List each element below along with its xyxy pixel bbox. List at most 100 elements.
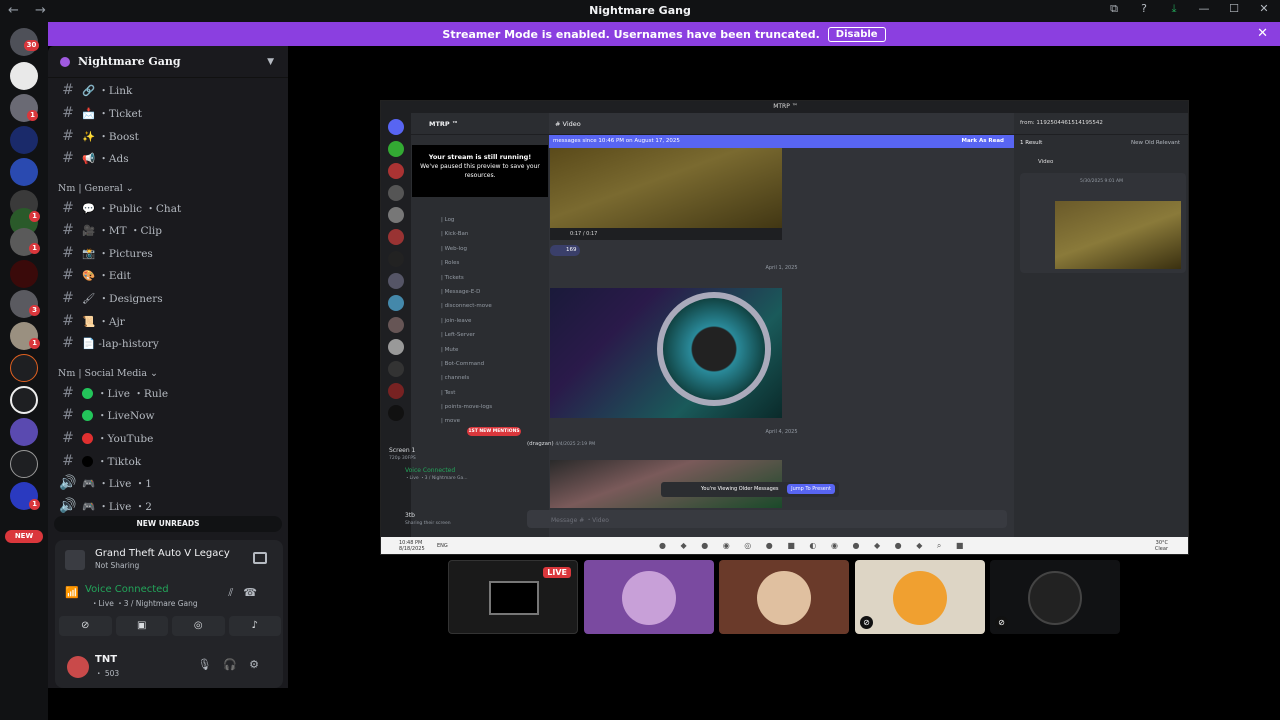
username[interactable]: TNT	[95, 654, 117, 665]
channel-livenow[interactable]: # ・LiveNow	[58, 405, 284, 425]
new-unreads-bar[interactable]: NEW UNREADS	[54, 516, 282, 532]
avatar	[757, 571, 811, 625]
hash-icon: #	[62, 128, 74, 144]
noise-suppression-icon[interactable]: ⫽	[228, 586, 243, 599]
voice-channel-live-1[interactable]: 🔊 🎮 ・Live ・1	[58, 473, 284, 493]
stream-server-name: MTRP ™	[411, 113, 549, 135]
channel-label: ・YouTube	[97, 432, 154, 445]
participant-tile[interactable]: ⊘	[855, 560, 985, 634]
window-title: Nightmare Gang	[589, 4, 691, 17]
voice-connected: Voice Connected	[405, 467, 456, 474]
channel-label: 🎮 ・Live ・1	[82, 477, 152, 490]
result-video	[1055, 201, 1181, 269]
disconnect-icon[interactable]: ☎	[243, 586, 267, 599]
channel-label: ✨ ・Boost	[82, 130, 139, 143]
minimize-button[interactable]: —	[1196, 2, 1212, 16]
disable-streamer-mode-button[interactable]: Disable	[827, 26, 886, 42]
older-messages-bar: You're Viewing Older Messages Jump To Pre…	[661, 482, 839, 497]
channel-youtube[interactable]: # ・YouTube	[58, 428, 284, 448]
clock-date: 8/18/2025	[399, 546, 425, 552]
video-attachment	[550, 148, 782, 240]
hash-icon: #	[62, 407, 74, 423]
gear-icon[interactable]: ⚙	[249, 658, 271, 671]
older-text: You're Viewing Older Messages	[701, 486, 779, 492]
channel-ads[interactable]: # 📢 ・Ads	[58, 148, 284, 168]
server-icon[interactable]	[10, 260, 38, 288]
soundboard-button[interactable]: ♪	[228, 616, 281, 636]
server-icon[interactable]	[10, 126, 38, 154]
channel-designers[interactable]: # 🖌 ・Designers	[58, 288, 284, 308]
channel-boost[interactable]: # ✨ ・Boost	[58, 126, 284, 146]
chat-channel-name: Video	[562, 120, 581, 128]
inbox-icon[interactable]: ⧉	[1106, 2, 1122, 16]
server-header[interactable]: Nightmare Gang ▼	[48, 46, 288, 78]
user-status: ・ 503	[95, 669, 120, 678]
stream-user-status: Sharing their screen	[405, 521, 451, 526]
channel-edit[interactable]: # 🎨 ・Edit	[58, 265, 284, 285]
mark-as-read: Mark As Read	[961, 138, 1004, 144]
voice-channel-name[interactable]: ・Live ・3 / Nightmare Gang	[91, 598, 198, 609]
server-icon[interactable]	[10, 354, 38, 382]
screen-share-button[interactable]: ▣	[115, 616, 168, 636]
maximize-button[interactable]: ☐	[1226, 2, 1242, 16]
unread-bar: messages since 10:46 PM on August 17, 20…	[549, 135, 1014, 148]
participant-tile[interactable]: ⊘	[990, 560, 1120, 634]
muted-icon: ⊘	[860, 616, 873, 629]
stream-chat-header: # Video	[549, 113, 1014, 135]
camera-off-button[interactable]: ⊘	[59, 616, 112, 636]
green-dot-icon	[82, 387, 93, 399]
avatar[interactable]	[67, 656, 89, 678]
stream-channel: | points-move-logs	[441, 404, 493, 411]
server-icon[interactable]	[10, 158, 38, 186]
help-icon[interactable]: ?	[1136, 2, 1152, 16]
voice-connected-label[interactable]: Voice Connected	[85, 584, 169, 595]
green-dot-icon	[82, 409, 93, 421]
channel-public-chat[interactable]: # 💬 ・Public ・Chat	[58, 198, 284, 218]
stream-paused-popup: Your stream is still running! We've paus…	[412, 145, 548, 197]
stream-channel: | Web-log	[441, 245, 467, 252]
voice-channel-live-2[interactable]: 🔊 🎮 ・Live ・2	[58, 496, 284, 516]
channel-ticket[interactable]: # 📩 ・Ticket	[58, 103, 284, 123]
stream-channel: | Log	[441, 217, 455, 223]
channel-mt-clip[interactable]: # 🎥 ・MT ・Clip	[58, 220, 284, 240]
channel-label: ・Live ・Rule	[97, 387, 169, 400]
category-social-media[interactable]: Nm | Social Media ⌄	[58, 368, 158, 379]
server-name: Nightmare Gang	[78, 55, 181, 68]
server-icon[interactable]	[10, 450, 38, 478]
signal-icon[interactable]: 📶	[65, 586, 79, 599]
video-controls: 0:17 / 0:17	[550, 228, 782, 240]
mention-badge: 1	[27, 110, 38, 121]
stream-channel: | Tickets	[441, 274, 464, 281]
stream-tile[interactable]: LIVE	[448, 560, 578, 634]
mic-icon[interactable]: 🎙	[197, 658, 223, 671]
server-icon[interactable]	[10, 62, 38, 90]
channel-link[interactable]: # 🔗 ・Link	[58, 80, 284, 100]
message-header: (dragzan) 4/4/2025 2:19 PM	[527, 441, 595, 447]
category-general[interactable]: Nm | General ⌄	[58, 183, 134, 194]
channel-pictures[interactable]: # 📸 ・Pictures	[58, 243, 284, 263]
window-titlebar: ← → Nightmare Gang ⧉ ? ⤓ — ☐ ✕	[0, 0, 1280, 22]
stream-video[interactable]: MTRP ™ MTRP ™ Your stream is still runni…	[380, 100, 1189, 555]
stream-channels: | Log | Kick-Ban | Web-log | Roles | Tic…	[421, 213, 541, 429]
server-icon[interactable]	[10, 418, 38, 446]
close-icon[interactable]: ✕	[1257, 26, 1268, 41]
channel-lap-history[interactable]: # 📄 -lap-history	[58, 333, 284, 353]
headphones-icon[interactable]: 🎧	[223, 658, 249, 671]
participant-tile[interactable]	[584, 560, 714, 634]
participant-tile[interactable]	[719, 560, 849, 634]
date-divider: April 4, 2025	[765, 429, 798, 435]
channel-ajr[interactable]: # 📜 ・Ajr	[58, 311, 284, 331]
stream-user: 3tb Sharing their screen	[405, 512, 451, 526]
result-time: 5/30/2025 9:01 AM	[1080, 179, 1124, 184]
activity-button[interactable]: ◎	[172, 616, 225, 636]
server-icon[interactable]	[10, 386, 38, 414]
close-button[interactable]: ✕	[1256, 2, 1272, 16]
share-screen-icon[interactable]	[253, 552, 267, 564]
download-icon[interactable]: ⤓	[1166, 2, 1182, 16]
channel-live-rule[interactable]: # ・Live ・Rule	[58, 383, 284, 403]
game-activity: Grand Theft Auto V Legacy Not Sharing	[65, 548, 275, 572]
channel-tiktok[interactable]: # ・Tiktok	[58, 451, 284, 471]
search-result: Video 5/30/2025 9:01 AM	[1020, 159, 1186, 273]
stream-channel: | Kick-Ban	[441, 231, 469, 238]
new-unreads-pill[interactable]: NEW	[5, 530, 43, 543]
